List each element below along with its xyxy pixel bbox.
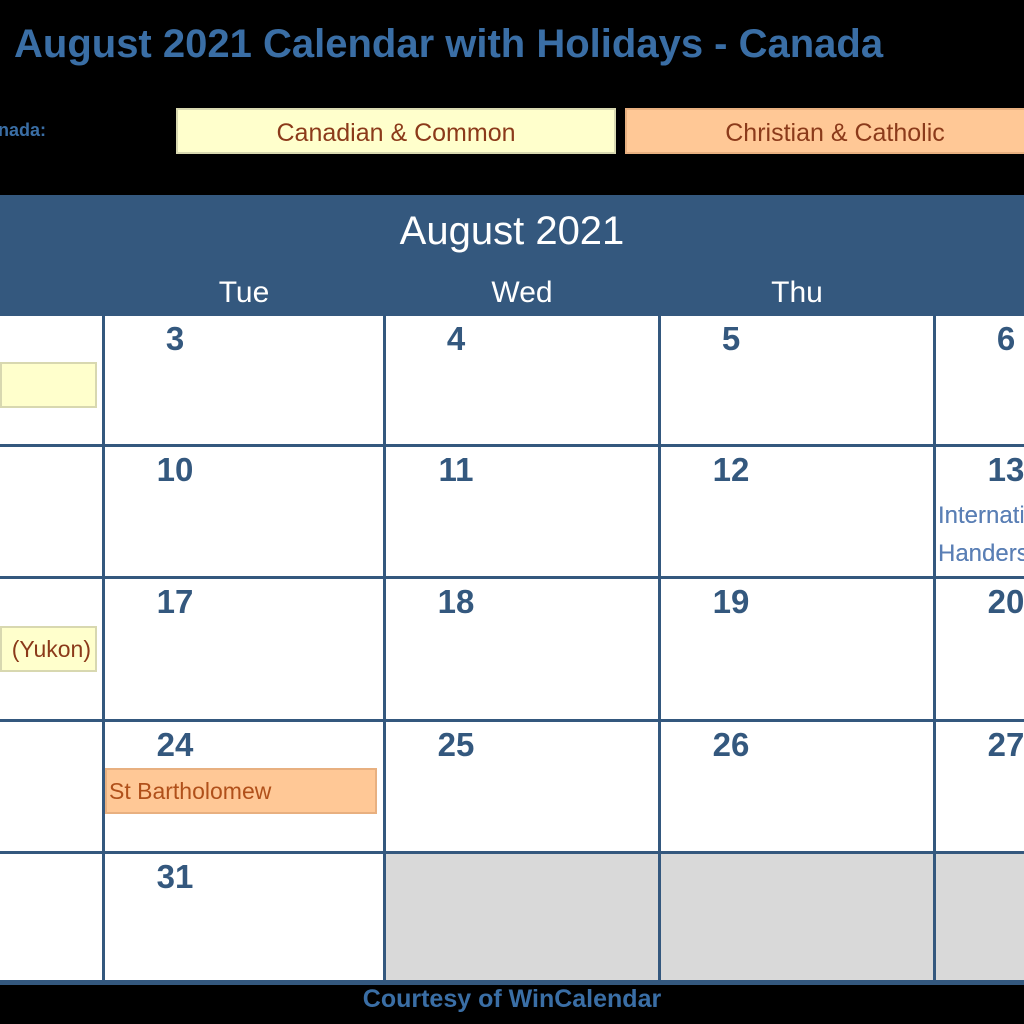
legend-label: nada: [0, 120, 47, 140]
weekday-header-wed: Wed [386, 266, 658, 314]
day-number: 25 [437, 726, 475, 763]
holiday-left-handers-line2[interactable]: Handers [938, 535, 1024, 573]
day-cell[interactable]: 20 [936, 579, 1024, 719]
day-cell[interactable]: 19 [661, 579, 933, 719]
holiday-st-bartholomew-event[interactable]: St Bartholomew [105, 768, 377, 814]
day-number: 20 [987, 583, 1024, 620]
day-cell[interactable] [0, 447, 102, 576]
page-title: August 2021 Calendar with Holidays - Can… [14, 22, 884, 66]
month-header: August 2021 [0, 195, 1024, 263]
day-number: 26 [712, 726, 750, 763]
day-cell[interactable]: 11 [386, 447, 658, 576]
weekday-header-thu: Thu [661, 266, 933, 314]
day-number: 31 [156, 858, 194, 895]
day-number: 4 [446, 320, 466, 357]
day-cell[interactable]: 17 [105, 579, 383, 719]
legend-christian-catholic: Christian & Catholic [625, 108, 1024, 154]
holiday-civic-event[interactable] [0, 362, 97, 408]
day-cell[interactable] [0, 854, 102, 980]
day-cell[interactable]: 6 [936, 316, 1024, 444]
day-number: 18 [437, 583, 475, 620]
holiday-left-handers-line1[interactable]: Internat [938, 497, 1019, 535]
day-cell[interactable]: 12 [661, 447, 933, 576]
weekday-header-tue: Tue [105, 266, 383, 314]
weekday-header-fri [936, 266, 1024, 314]
day-number: 17 [156, 583, 194, 620]
day-cell[interactable] [0, 722, 102, 851]
legend-canadian-common: Canadian & Common [176, 108, 616, 154]
day-number: 27 [987, 726, 1024, 763]
day-cell[interactable]: 5 [661, 316, 933, 444]
day-number: 13 [987, 451, 1024, 488]
day-cell[interactable]: 4 [386, 316, 658, 444]
day-cell[interactable]: 31 [105, 854, 383, 980]
day-cell[interactable]: 26 [661, 722, 933, 851]
day-number: 10 [156, 451, 194, 488]
day-number: 11 [438, 451, 474, 488]
day-cell[interactable]: 25 [386, 722, 658, 851]
day-number: 24 [156, 726, 194, 763]
holiday-yukon-event[interactable]: (Yukon) [0, 626, 97, 672]
day-number: 12 [712, 451, 750, 488]
empty-cell [936, 854, 1024, 980]
day-number: 19 [712, 583, 750, 620]
footer-credit: Courtesy of WinCalendar [362, 985, 662, 1013]
weekday-header-mon [0, 266, 102, 314]
empty-cell [386, 854, 658, 980]
day-number: 6 [996, 320, 1016, 357]
empty-cell [661, 854, 933, 980]
day-cell[interactable]: 3 [105, 316, 383, 444]
day-number: 5 [721, 320, 741, 357]
day-cell[interactable]: 27 [936, 722, 1024, 851]
day-cell[interactable]: 18 [386, 579, 658, 719]
day-number: 3 [165, 320, 185, 357]
day-cell[interactable]: 10 [105, 447, 383, 576]
